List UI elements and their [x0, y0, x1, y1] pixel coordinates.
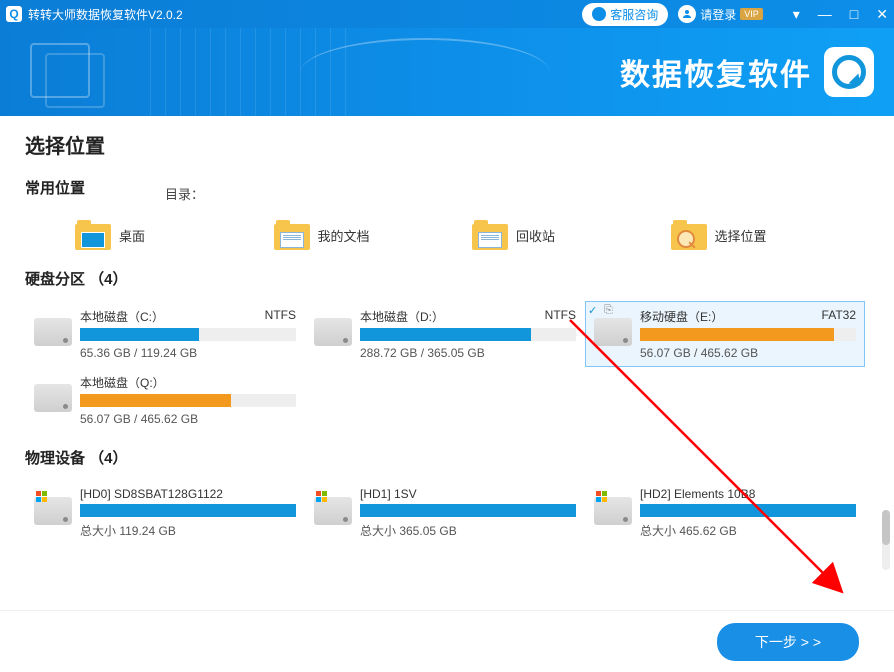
login-label: 请登录	[700, 6, 736, 23]
usage-bar	[80, 504, 296, 517]
maximize-icon[interactable]: □	[850, 6, 858, 23]
disk-size: 总大小 365.05 GB	[360, 522, 576, 539]
disk-size: 56.07 GB / 465.62 GB	[640, 346, 856, 360]
folder-documents-icon	[274, 220, 310, 250]
customer-service-label: 客服咨询	[610, 6, 658, 23]
common-locations-header: 常用位置	[25, 177, 85, 198]
disk-name: [HD1] 1SV	[360, 487, 417, 501]
disk-name: 本地磁盘（D:）	[360, 308, 444, 325]
partitions-header: 硬盘分区 （4）	[25, 268, 869, 289]
location-label: 桌面	[119, 226, 145, 245]
partition-item[interactable]: 本地磁盘（D:） NTFS 288.72 GB / 365.05 GB	[305, 301, 585, 367]
location-label: 我的文档	[318, 226, 370, 245]
physical-device-item[interactable]: [HD0] SD8SBAT128G1122 总大小 119.24 GB	[25, 480, 305, 546]
menu-icon[interactable]: ▾	[793, 6, 800, 23]
location-desktop[interactable]: 桌面	[75, 220, 274, 250]
disk-info: 本地磁盘（Q:） 56.07 GB / 465.62 GB	[80, 374, 296, 426]
usage-bar	[640, 504, 856, 517]
drive-icon	[34, 318, 72, 346]
disk-info: [HD1] 1SV 总大小 365.05 GB	[360, 487, 576, 539]
user-icon	[678, 5, 696, 23]
drive-icon	[594, 318, 632, 346]
physical-device-item[interactable]: [HD1] 1SV 总大小 365.05 GB	[305, 480, 585, 546]
window-controls: ▾ — □ ✕	[793, 6, 888, 23]
drive-icon	[34, 497, 72, 525]
disk-size: 总大小 119.24 GB	[80, 522, 296, 539]
banner-decoration	[45, 53, 105, 108]
folder-recycle-icon	[472, 220, 508, 250]
usage-bar	[80, 394, 296, 407]
usage-bar	[360, 504, 576, 517]
banner: 数据恢复软件	[0, 28, 894, 116]
folder-desktop-icon	[75, 220, 111, 250]
disk-size: 288.72 GB / 365.05 GB	[360, 346, 576, 360]
page-title: 选择位置	[25, 130, 869, 159]
disk-filesystem: NTFS	[265, 308, 296, 325]
scrollbar[interactable]	[882, 510, 890, 570]
disk-name: 本地磁盘（Q:）	[80, 374, 165, 391]
partitions-grid: 本地磁盘（C:） NTFS 65.36 GB / 119.24 GB 本地磁盘（D:）…	[25, 301, 869, 433]
usage-bar	[360, 328, 576, 341]
chat-icon	[592, 7, 606, 21]
usb-icon: ⎘	[604, 304, 616, 316]
disk-name: [HD0] SD8SBAT128G1122	[80, 487, 223, 501]
disk-info: [HD2] Elements 10B8 总大小 465.62 GB	[640, 487, 856, 539]
drive-icon	[314, 497, 352, 525]
banner-title: 数据恢复软件	[620, 50, 812, 94]
usage-bar	[640, 328, 856, 341]
disk-info: [HD0] SD8SBAT128G1122 总大小 119.24 GB	[80, 487, 296, 539]
titlebar: Q 转转大师数据恢复软件V2.0.2 客服咨询 请登录 VIP ▾ — □ ✕	[0, 0, 894, 28]
banner-decoration	[300, 38, 550, 108]
disk-info: 移动硬盘（E:） FAT32 56.07 GB / 465.62 GB	[640, 308, 856, 360]
physical-device-item[interactable]: [HD2] Elements 10B8 总大小 465.62 GB	[585, 480, 865, 546]
banner-logo-icon	[824, 47, 874, 97]
drive-icon	[594, 497, 632, 525]
location-recycle-bin[interactable]: 回收站	[472, 220, 671, 250]
location-documents[interactable]: 我的文档	[274, 220, 473, 250]
disk-info: 本地磁盘（D:） NTFS 288.72 GB / 365.05 GB	[360, 308, 576, 360]
folder-search-icon	[671, 220, 707, 250]
disk-filesystem: NTFS	[545, 308, 576, 325]
disk-name: 本地磁盘（C:）	[80, 308, 164, 325]
partition-item[interactable]: 本地磁盘（C:） NTFS 65.36 GB / 119.24 GB	[25, 301, 305, 367]
disk-name: 移动硬盘（E:）	[640, 308, 723, 325]
login-button[interactable]: 请登录 VIP	[678, 5, 763, 23]
physical-devices-header: 物理设备 （4）	[25, 447, 869, 468]
disk-size: 总大小 465.62 GB	[640, 522, 856, 539]
next-button[interactable]: 下一步 > >	[717, 623, 859, 661]
usage-bar	[80, 328, 296, 341]
physical-grid: [HD0] SD8SBAT128G1122 总大小 119.24 GB [HD1] …	[25, 480, 869, 546]
partition-item[interactable]: ✓ ⎘ 移动硬盘（E:） FAT32 56.07 GB / 465.62 GB	[585, 301, 865, 367]
vip-badge: VIP	[740, 8, 763, 20]
disk-filesystem: FAT32	[822, 308, 856, 325]
app-title: 转转大师数据恢复软件V2.0.2	[28, 6, 582, 23]
close-icon[interactable]: ✕	[876, 6, 888, 23]
drive-icon	[314, 318, 352, 346]
partition-item[interactable]: 本地磁盘（Q:） 56.07 GB / 465.62 GB	[25, 367, 305, 433]
disk-size: 56.07 GB / 465.62 GB	[80, 412, 296, 426]
check-icon: ✓	[588, 304, 600, 316]
disk-info: 本地磁盘（C:） NTFS 65.36 GB / 119.24 GB	[80, 308, 296, 360]
location-browse[interactable]: 选择位置	[671, 220, 870, 250]
disk-size: 65.36 GB / 119.24 GB	[80, 346, 296, 360]
directory-label: 目录：	[165, 184, 204, 203]
minimize-icon[interactable]: —	[818, 6, 832, 23]
app-icon: Q	[6, 6, 22, 22]
customer-service-button[interactable]: 客服咨询	[582, 3, 668, 26]
location-label: 回收站	[516, 226, 555, 245]
common-locations: 桌面 我的文档 回收站 选择位置	[25, 220, 869, 250]
footer: 下一步 > >	[0, 610, 894, 672]
drive-icon	[34, 384, 72, 412]
scrollbar-thumb[interactable]	[882, 510, 890, 545]
location-label: 选择位置	[715, 226, 767, 245]
disk-name: [HD2] Elements 10B8	[640, 487, 755, 501]
